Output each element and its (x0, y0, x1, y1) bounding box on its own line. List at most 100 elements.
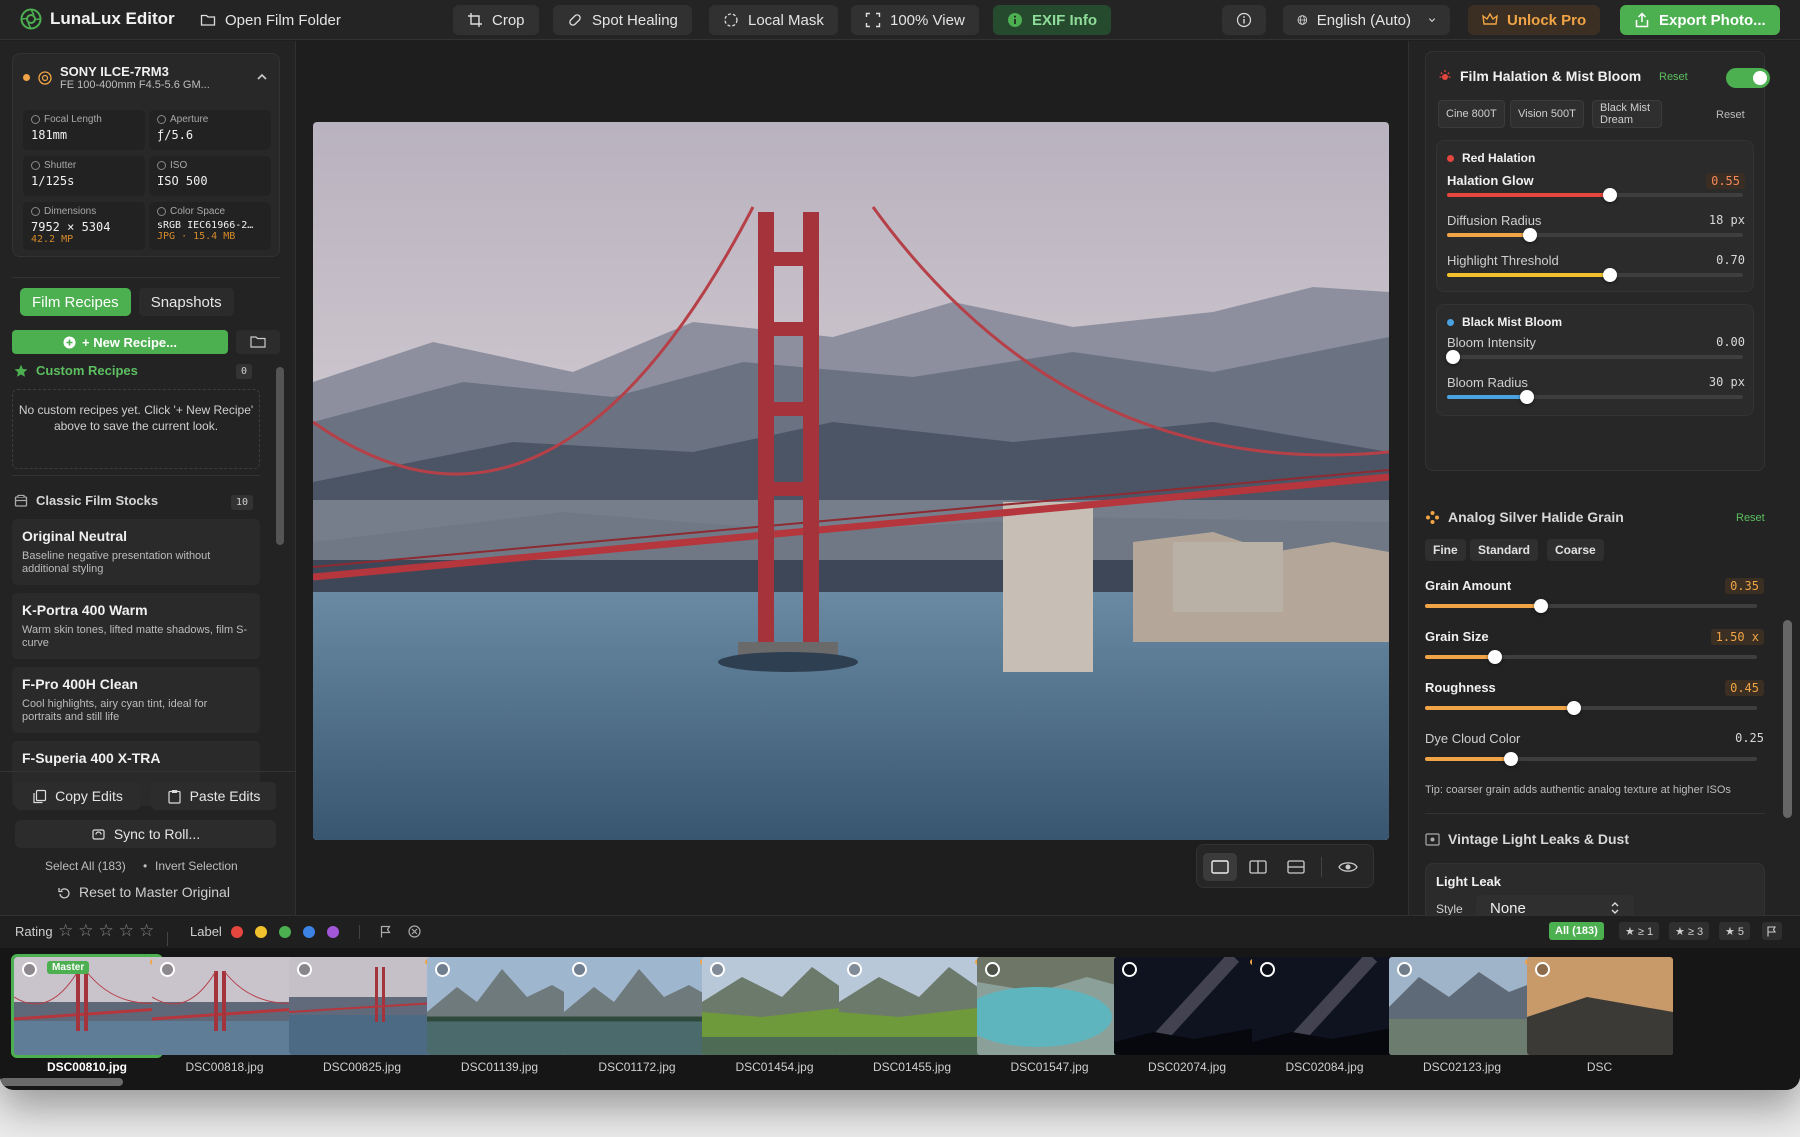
filmstrip-thumbnail[interactable] (426, 957, 573, 1055)
filter-all-chip[interactable]: All (183) (1549, 922, 1604, 940)
about-button[interactable] (1222, 5, 1266, 35)
filter-rating-5-chip[interactable]: ★ 5 (1719, 922, 1751, 940)
classic-stocks-header[interactable]: Classic Film Stocks (14, 493, 158, 508)
reject-icon[interactable] (408, 925, 421, 938)
select-circle-icon[interactable] (572, 962, 587, 977)
star-outline-icon[interactable]: ☆ (139, 921, 159, 940)
filmstrip-thumbnail[interactable] (701, 957, 848, 1055)
filmstrip-thumbnail[interactable] (151, 957, 298, 1055)
film-stock-item[interactable]: Original Neutral Baseline negative prese… (12, 519, 260, 585)
collapse-chevron-icon[interactable] (255, 70, 269, 84)
rating-stars[interactable]: ☆☆☆☆☆ (58, 921, 159, 941)
invert-selection-link[interactable]: Invert Selection (155, 859, 238, 873)
grain-fine-chip[interactable]: Fine (1425, 539, 1466, 561)
slider-handle[interactable] (1487, 650, 1502, 664)
filmstrip-thumbnail[interactable] (1389, 957, 1535, 1055)
grain-reset-link[interactable]: Reset (1736, 512, 1765, 524)
select-circle-icon[interactable] (847, 962, 862, 977)
halation-glow-slider[interactable] (1447, 188, 1743, 202)
select-all-link[interactable]: Select All (183) (45, 859, 126, 873)
main-photo[interactable] (313, 122, 1389, 840)
open-folder-button[interactable]: Open Film Folder (186, 5, 355, 35)
grain-standard-chip[interactable]: Standard (1470, 539, 1539, 561)
paste-edits-button[interactable]: Paste Edits (151, 782, 276, 810)
tab-film-recipes[interactable]: Film Recipes (20, 288, 131, 316)
filter-rating-3-chip[interactable]: ★ ≥ 3 (1669, 922, 1710, 940)
select-circle-icon[interactable] (1259, 962, 1275, 977)
flag-icon[interactable] (380, 925, 392, 938)
slider-handle[interactable] (1567, 701, 1582, 715)
filmstrip-thumbnail[interactable] (1114, 957, 1260, 1055)
grain-size-slider[interactable] (1425, 650, 1757, 664)
slider-handle[interactable] (1445, 350, 1460, 364)
grain-amount-slider[interactable] (1425, 599, 1757, 613)
filmstrip-thumbnail[interactable] (976, 957, 1123, 1055)
slider-handle[interactable] (1519, 390, 1534, 404)
select-circle-icon[interactable] (984, 962, 1000, 977)
local-mask-button[interactable]: Local Mask (709, 5, 838, 35)
filmstrip-scrollbar[interactable] (0, 1078, 123, 1086)
recipes-scrollbar[interactable] (276, 367, 284, 545)
highlight-threshold-slider[interactable] (1447, 268, 1743, 282)
select-circle-icon[interactable] (434, 962, 450, 977)
filmstrip-thumbnail[interactable] (289, 957, 435, 1055)
select-circle-icon[interactable] (159, 962, 175, 977)
select-circle-icon[interactable] (22, 962, 37, 977)
label-red[interactable] (231, 926, 243, 938)
view-100-button[interactable]: 100% View (851, 5, 979, 35)
select-circle-icon[interactable] (1534, 962, 1550, 977)
filter-rating-1-chip[interactable]: ★ ≥ 1 (1619, 922, 1660, 940)
grain-coarse-chip[interactable]: Coarse (1547, 539, 1604, 561)
right-panel-scrollbar[interactable] (1783, 620, 1792, 818)
filmstrip-thumbnail[interactable] (839, 957, 985, 1055)
slider-handle[interactable] (1602, 188, 1617, 202)
star-outline-icon[interactable]: ☆ (58, 921, 78, 940)
import-recipe-button[interactable] (236, 330, 280, 354)
spot-healing-button[interactable]: Spot Healing (553, 5, 692, 35)
camera-info-card[interactable]: SONY ILCE-7RM3 FE 100-400mm F4.5-5.6 GM.… (12, 53, 280, 257)
select-circle-icon[interactable] (1397, 962, 1412, 977)
language-select[interactable]: English (Auto) (1283, 5, 1450, 35)
star-outline-icon[interactable]: ☆ (99, 921, 119, 940)
star-outline-icon[interactable]: ☆ (119, 921, 139, 940)
custom-recipes-header[interactable]: Custom Recipes (14, 363, 138, 378)
label-yellow[interactable] (255, 926, 267, 938)
slider-handle[interactable] (1504, 752, 1519, 766)
select-circle-icon[interactable] (709, 962, 725, 977)
dye-cloud-slider[interactable] (1425, 752, 1757, 766)
split-horizontal-button[interactable] (1279, 853, 1313, 881)
diffusion-radius-slider[interactable] (1447, 228, 1743, 242)
sync-roll-button[interactable]: Sync to Roll... (15, 820, 276, 848)
roughness-slider[interactable] (1425, 701, 1757, 715)
export-photo-button[interactable]: Export Photo... (1620, 5, 1780, 35)
star-outline-icon[interactable]: ☆ (78, 921, 98, 940)
bloom-radius-slider[interactable] (1447, 390, 1743, 404)
tab-snapshots[interactable]: Snapshots (138, 288, 234, 316)
halation-reset-link[interactable]: Reset (1659, 71, 1688, 83)
filmstrip-thumbnail[interactable]: Master (11, 954, 163, 1058)
slider-handle[interactable] (1602, 268, 1617, 282)
film-stock-item[interactable]: K-Portra 400 Warm Warm skin tones, lifte… (12, 593, 260, 659)
crop-button[interactable]: Crop (453, 5, 539, 35)
exif-info-button[interactable]: EXIF Info (993, 5, 1111, 35)
film-stock-item[interactable]: F-Pro 400H Clean Cool highlights, airy c… (12, 667, 260, 733)
bloom-intensity-slider[interactable] (1445, 350, 1743, 364)
reset-master-button[interactable]: Reset to Master Original (58, 884, 230, 900)
halation-toggle[interactable] (1726, 68, 1770, 88)
split-vertical-button[interactable] (1241, 853, 1275, 881)
single-view-button[interactable] (1203, 853, 1237, 881)
preset-black-mist-dream[interactable]: Black Mist Dream (1592, 100, 1662, 128)
filmstrip-thumbnail[interactable] (1526, 957, 1673, 1055)
select-circle-icon[interactable] (1122, 962, 1137, 977)
label-green[interactable] (279, 926, 291, 938)
label-blue[interactable] (303, 926, 315, 938)
preset-vision-500t[interactable]: Vision 500T (1510, 100, 1584, 128)
new-recipe-button[interactable]: + New Recipe... (12, 330, 228, 354)
filmstrip-thumbnail[interactable] (1251, 957, 1398, 1055)
slider-handle[interactable] (1534, 599, 1549, 613)
unlock-pro-button[interactable]: Unlock Pro (1468, 5, 1601, 35)
slider-handle[interactable] (1522, 228, 1537, 242)
label-purple[interactable] (327, 926, 339, 938)
preset-cine-800t[interactable]: Cine 800T (1438, 100, 1505, 128)
copy-edits-button[interactable]: Copy Edits (15, 782, 140, 810)
